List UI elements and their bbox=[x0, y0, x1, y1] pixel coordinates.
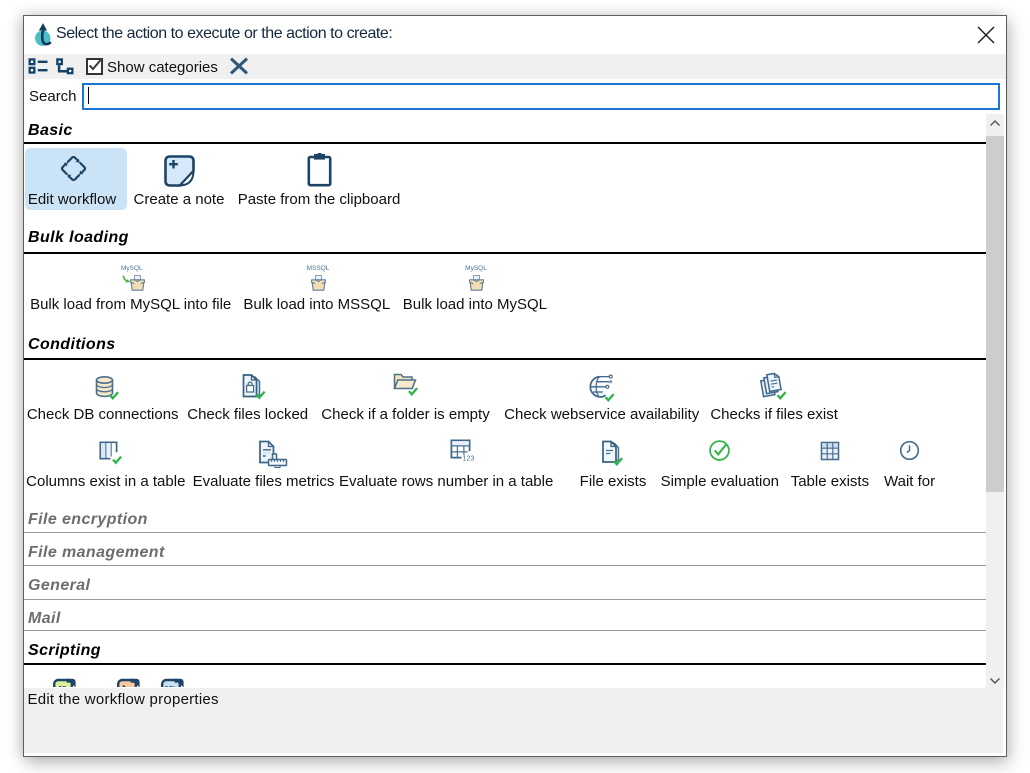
svg-text:SQL: SQL bbox=[164, 686, 177, 688]
svg-text:JS: JS bbox=[58, 684, 67, 687]
svg-text:123: 123 bbox=[463, 456, 475, 463]
